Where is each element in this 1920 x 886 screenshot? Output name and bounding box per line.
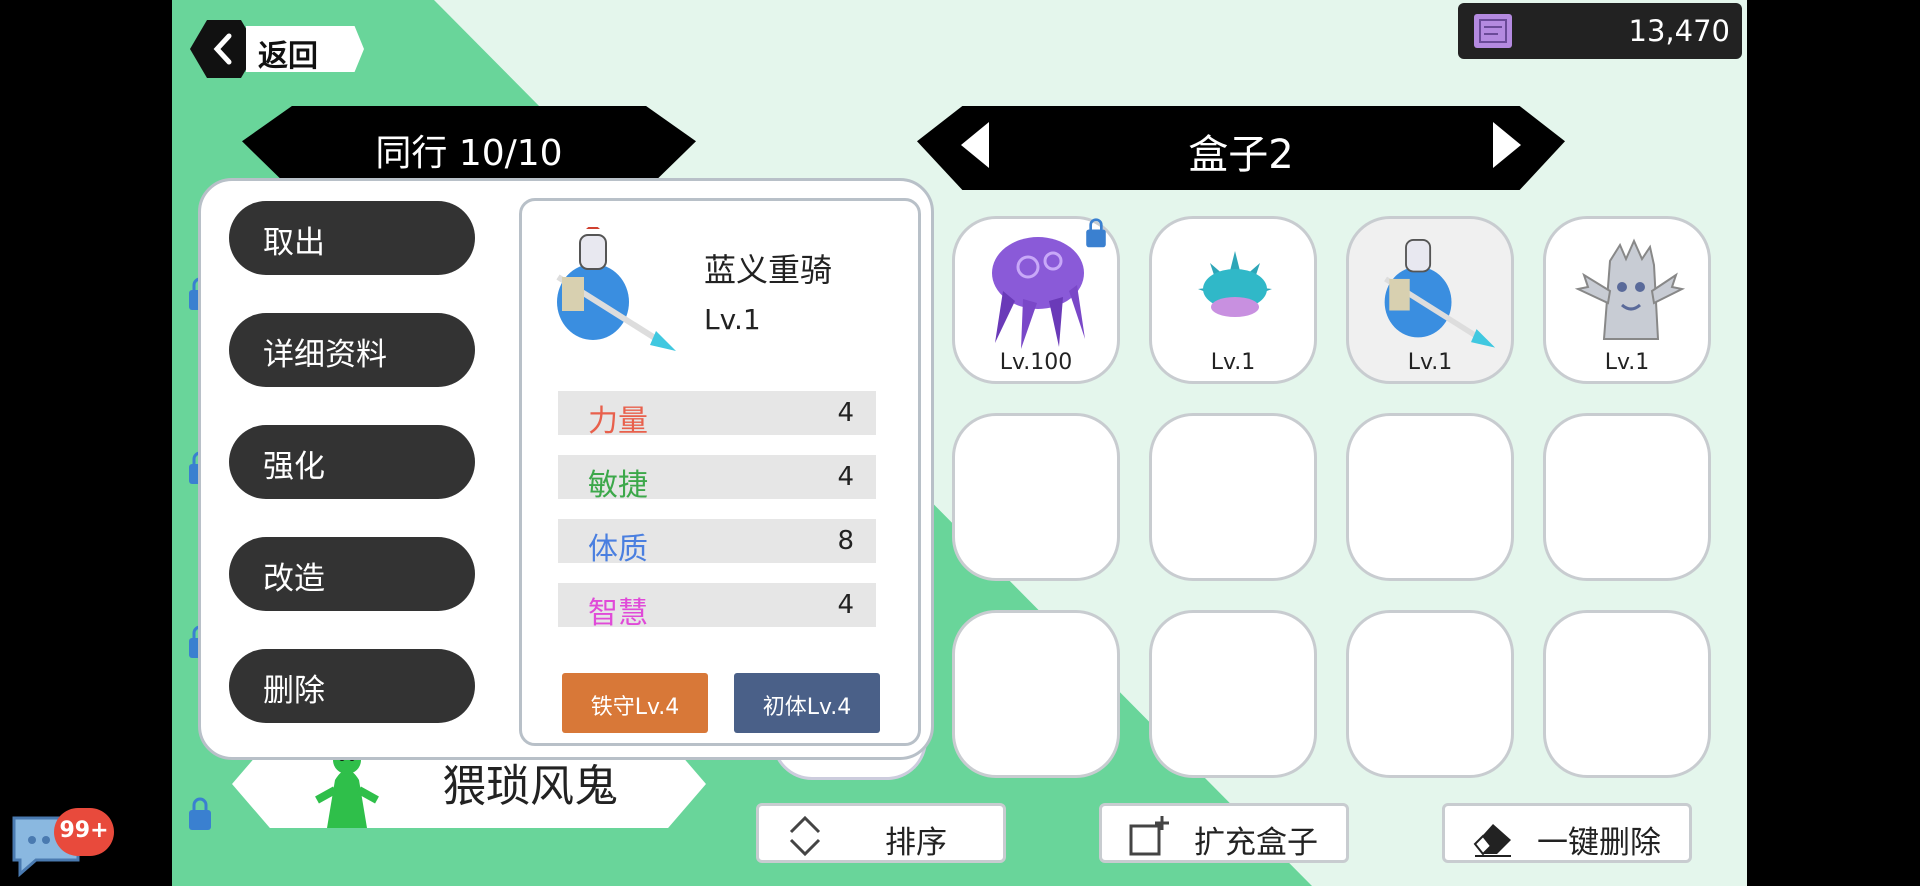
box-slot-empty[interactable] — [1543, 610, 1711, 778]
box-slot-empty[interactable] — [1346, 413, 1514, 581]
expand-box-label: 扩充盒子 — [1194, 825, 1318, 861]
creature-name: 蓝义重骑 — [704, 251, 833, 289]
party-title: 同行 10/10 — [375, 133, 563, 174]
box-banner: 盒子2 — [917, 106, 1565, 190]
stat-name: 体质 — [588, 532, 648, 567]
back-button[interactable]: 返回 — [190, 20, 365, 78]
stat-value: 4 — [837, 590, 854, 620]
creature-detail-card: 蓝义重骑 Lv.1 力量 4 敏捷 4 体质 8 智慧 4 铁守Lv.4 初体L… — [519, 198, 921, 746]
stat-value: 8 — [837, 526, 854, 556]
stat-value: 4 — [837, 462, 854, 492]
add-box-icon — [1129, 816, 1169, 856]
box-slot-1[interactable]: Lv.100 — [952, 216, 1120, 384]
stat-value: 4 — [837, 398, 854, 428]
delete-all-label: 一键删除 — [1537, 825, 1661, 861]
eraser-icon — [1473, 824, 1511, 857]
lock-icon — [189, 797, 211, 830]
stat-name: 力量 — [588, 404, 648, 439]
box-slot-empty[interactable] — [1149, 413, 1317, 581]
blue-knight-icon — [556, 227, 676, 351]
chat-unread-badge: 99+ — [54, 808, 114, 856]
stat-name: 智慧 — [588, 596, 648, 631]
box-slot-3[interactable]: Lv.1 — [1346, 216, 1514, 384]
box-slot-empty[interactable] — [952, 413, 1120, 581]
back-label: 返回 — [258, 39, 318, 74]
stat-row-strength: 力量 4 — [558, 391, 876, 439]
box-slot-empty[interactable] — [952, 610, 1120, 778]
modify-button[interactable]: 改造 — [229, 537, 475, 611]
purple-octopus-icon — [992, 237, 1085, 349]
skill-badge-first-body[interactable]: 初体Lv.4 — [734, 673, 880, 733]
creature-level: Lv.1 — [704, 303, 761, 336]
box-slot-empty[interactable] — [1543, 413, 1711, 581]
slot-level: Lv.100 — [999, 350, 1073, 375]
box-slot-4[interactable]: Lv.1 — [1543, 216, 1711, 384]
sort-label: 排序 — [885, 825, 947, 861]
blue-knight-icon — [1384, 239, 1496, 348]
stat-row-wisdom: 智慧 4 — [558, 583, 876, 631]
creature-action-popup: 取出 详细资料 强化 改造 删除 蓝义重骑 Lv.1 力量 4 敏捷 4 体质 … — [198, 178, 934, 760]
box-slot-empty[interactable] — [1346, 610, 1514, 778]
slot-level: Lv.1 — [1210, 350, 1256, 375]
take-out-button[interactable]: 取出 — [229, 201, 475, 275]
sort-button[interactable]: 排序 — [756, 803, 1006, 863]
enhance-button[interactable]: 强化 — [229, 425, 475, 499]
chat-button[interactable]: 99+ — [6, 808, 114, 878]
box-title: 盒子2 — [1188, 132, 1294, 178]
delete-all-button[interactable]: 一键删除 — [1442, 803, 1692, 863]
delete-button[interactable]: 删除 — [229, 649, 475, 723]
skill-badge-iron-guard[interactable]: 铁守Lv.4 — [562, 673, 708, 733]
currency-display: 13,470 — [1458, 3, 1742, 59]
slot-level: Lv.1 — [1604, 350, 1650, 375]
box-slot-2[interactable]: Lv.1 — [1149, 216, 1317, 384]
stat-row-agility: 敏捷 4 — [558, 455, 876, 503]
box-slot-empty[interactable] — [1149, 610, 1317, 778]
slot-level: Lv.1 — [1407, 350, 1453, 375]
spiky-urchin-icon — [1198, 251, 1272, 317]
back-label-tag: 返回 — [246, 26, 364, 72]
stat-row-constitution: 体质 8 — [558, 519, 876, 567]
expand-box-button[interactable]: 扩充盒子 — [1099, 803, 1349, 863]
currency-amount: 13,470 — [1628, 14, 1730, 48]
ticket-icon — [1474, 14, 1512, 48]
lock-icon — [1086, 218, 1106, 248]
sort-icon — [789, 815, 821, 857]
stat-name: 敏捷 — [588, 468, 648, 503]
game-screen: 返回 13,470 同行 10/10 盒子2 猥琐风鬼 取出 详细资料 强化 改… — [172, 0, 1747, 886]
details-button[interactable]: 详细资料 — [229, 313, 475, 387]
tree-ghost-icon — [1574, 238, 1686, 340]
